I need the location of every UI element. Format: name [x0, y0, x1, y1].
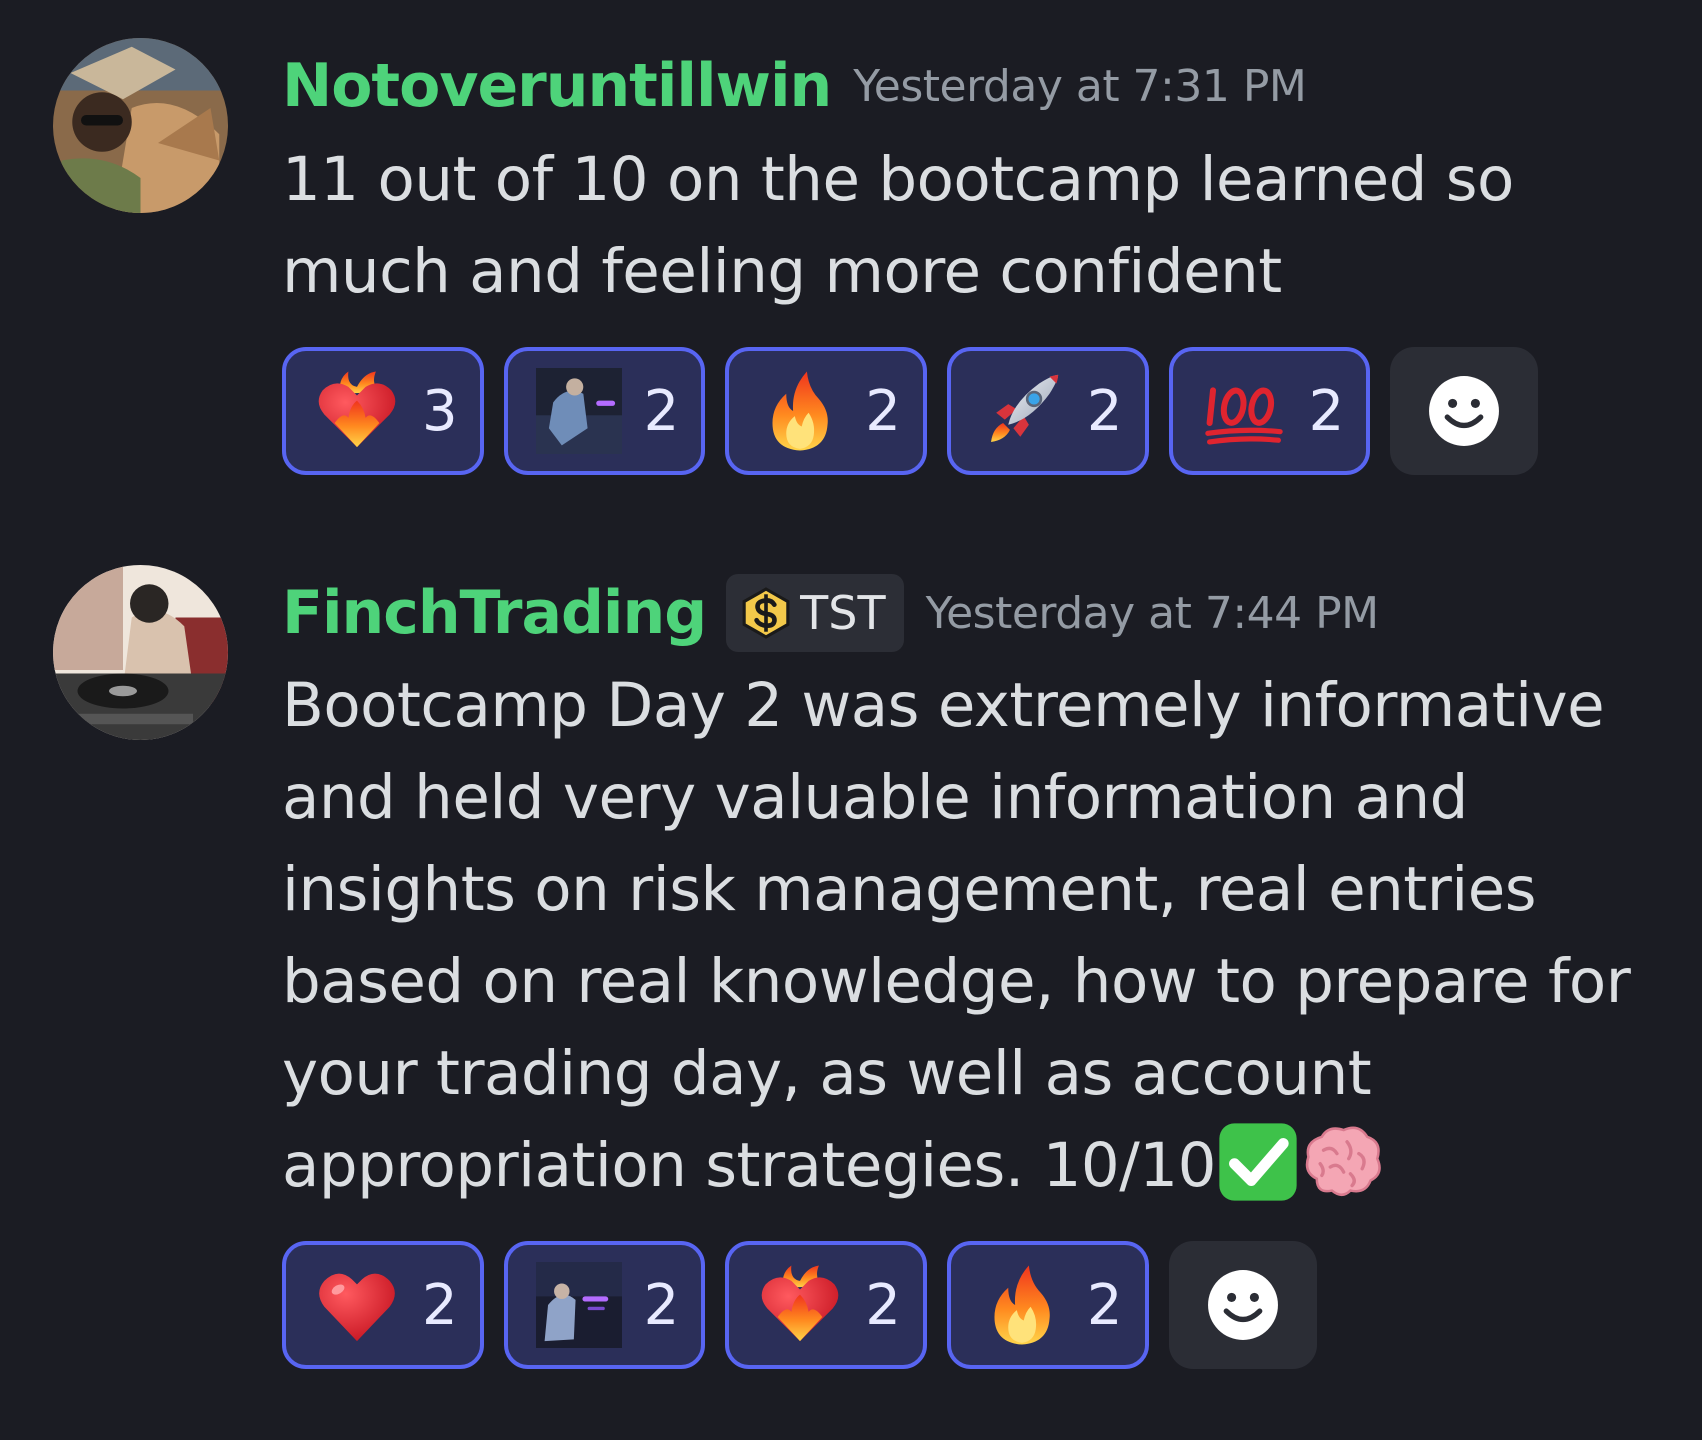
rocket-icon [979, 368, 1065, 454]
add-reaction-button[interactable] [1168, 1241, 1317, 1369]
server-tag[interactable]: TST [726, 574, 904, 652]
message-text: Bootcamp Day 2 was extremely informative… [282, 660, 1672, 1212]
reaction-custom-image[interactable]: 2 [503, 347, 706, 475]
reaction-rocket[interactable]: 2 [946, 347, 1149, 475]
add-reaction-button[interactable] [1390, 347, 1539, 475]
avatar[interactable] [53, 565, 228, 740]
reaction-count: 3 [422, 378, 458, 444]
reaction-fire[interactable]: 2 [725, 347, 927, 475]
avatar[interactable] [53, 38, 228, 213]
hundred-points-icon [1201, 368, 1287, 454]
fire-icon [757, 368, 843, 454]
heart-on-fire-icon [314, 368, 400, 454]
check-mark-button-icon [1216, 1120, 1300, 1204]
reaction-heart-on-fire[interactable]: 3 [282, 347, 484, 475]
custom-image-icon [535, 1262, 622, 1348]
smiley-add-reaction-icon [1429, 376, 1500, 446]
reaction-count: 2 [1086, 378, 1123, 444]
reaction-fire[interactable]: 2 [946, 1241, 1149, 1369]
reaction-count: 2 [1086, 1272, 1123, 1338]
reactions-row: 2 2 2 2 [282, 1241, 1317, 1369]
avatar-illustration-icon [53, 565, 228, 740]
timestamp: Yesterday at 7:31 PM [853, 60, 1307, 112]
message-text: 11 out of 10 on the bootcamp learned so … [282, 144, 1514, 307]
server-tag-label: TST [800, 586, 886, 640]
reaction-count: 2 [643, 378, 680, 444]
custom-image-icon [535, 368, 622, 454]
reaction-hundred-points[interactable]: 2 [1168, 347, 1371, 475]
smiley-add-reaction-icon [1207, 1270, 1278, 1340]
username[interactable]: FinchTrading [282, 578, 707, 648]
reaction-custom-image[interactable]: 2 [503, 1241, 706, 1369]
reaction-red-heart[interactable]: 2 [282, 1241, 484, 1369]
reaction-heart-on-fire[interactable]: 2 [725, 1241, 927, 1369]
timestamp: Yesterday at 7:44 PM [925, 587, 1380, 639]
reaction-count: 2 [643, 1272, 680, 1338]
red-heart-icon [314, 1262, 400, 1348]
avatar-photo-icon [53, 38, 228, 213]
reaction-count: 2 [865, 1272, 901, 1338]
brain-icon [1300, 1120, 1384, 1204]
fire-icon [979, 1262, 1065, 1348]
username[interactable]: Notoveruntillwin [282, 51, 832, 121]
heart-on-fire-icon [757, 1262, 843, 1348]
dollar-badge-icon [742, 587, 790, 639]
reaction-count: 2 [865, 378, 901, 444]
reaction-count: 2 [1308, 378, 1345, 444]
reaction-count: 2 [422, 1272, 458, 1338]
reactions-row: 3 2 2 2 2 [282, 347, 1539, 475]
